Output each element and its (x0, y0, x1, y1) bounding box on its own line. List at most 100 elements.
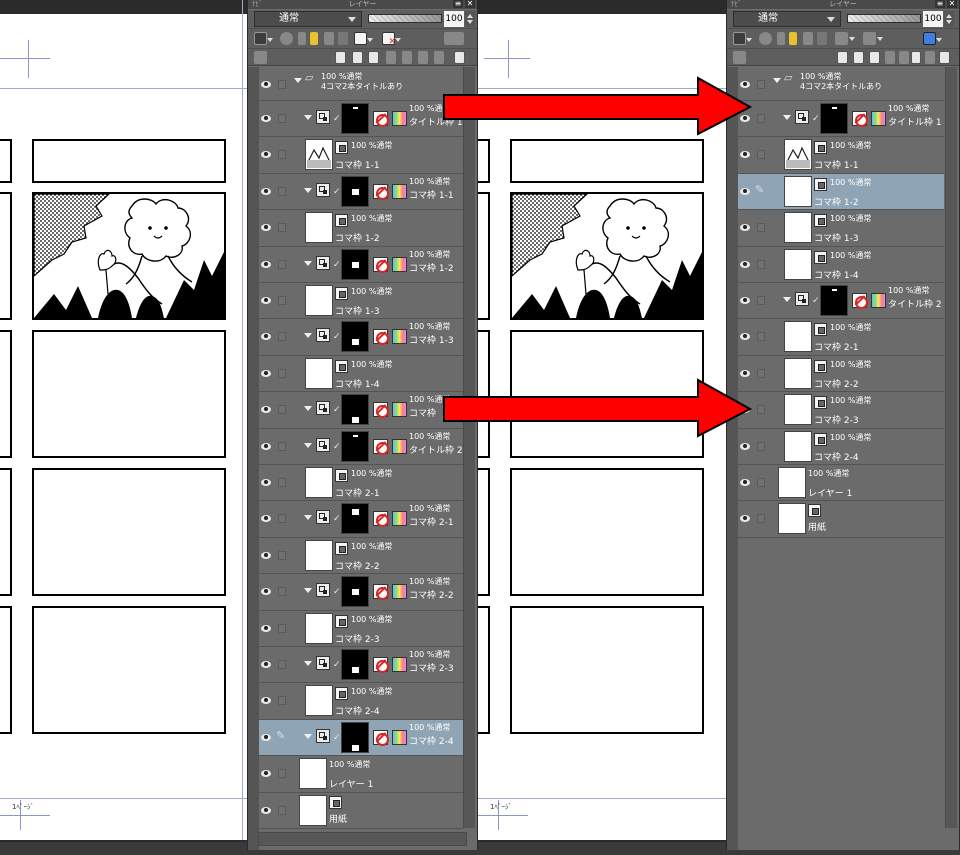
lock-checkbox[interactable] (278, 514, 286, 524)
layer-color-icon[interactable] (254, 32, 273, 45)
eye-icon[interactable] (261, 115, 271, 122)
layer-row[interactable]: 100 %通常 コマ枠 2-2 (738, 355, 944, 393)
lock-checkbox[interactable] (757, 80, 765, 89)
eye-icon[interactable] (261, 624, 271, 632)
layer-panel-titlebar[interactable]: ﾅﾋﾞ レイヤー ≡ ✕ (727, 0, 959, 9)
layer-row[interactable]: 100 %通常 コマ枠 1-3 (259, 283, 463, 320)
eye-icon[interactable] (740, 369, 750, 377)
trash-icon[interactable] (939, 51, 950, 64)
lock-checkbox[interactable] (757, 332, 765, 342)
eye-icon[interactable] (740, 479, 750, 486)
lock-checkbox[interactable] (757, 478, 765, 487)
eye-icon[interactable] (261, 224, 271, 232)
opacity-stepper[interactable] (465, 11, 475, 27)
lock-checkbox[interactable] (278, 587, 286, 597)
eye-icon[interactable] (261, 697, 271, 705)
opacity-value[interactable]: 100 (444, 11, 464, 27)
lock-checkbox[interactable] (278, 441, 286, 451)
menu-icon[interactable]: ≡ (453, 0, 463, 8)
lock-checkbox[interactable] (278, 478, 286, 487)
eye-icon[interactable] (740, 515, 750, 523)
eye-icon[interactable] (261, 333, 271, 341)
transfer-down-icon[interactable] (885, 51, 895, 64)
lock-checkbox[interactable] (278, 405, 286, 415)
eye-icon[interactable] (261, 515, 271, 523)
chevron-down-icon[interactable] (304, 515, 312, 521)
eye-icon[interactable] (261, 187, 271, 195)
layer-row[interactable]: ✓ 100 %通常 タイトル枠 2 (738, 283, 944, 320)
layer-row[interactable]: ✓ 100 %通常 コマ枠 2-1 (259, 501, 463, 538)
blend-mode-select[interactable]: 通常 (254, 11, 362, 27)
lock-checkbox[interactable] (757, 114, 765, 123)
new-folder-icon[interactable] (869, 51, 880, 64)
opacity-stepper[interactable] (944, 11, 954, 27)
vertical-scrollbar[interactable] (945, 67, 957, 828)
layer-row[interactable]: ✓ 100 %通常 タイトル枠 2 (259, 428, 463, 465)
ruler-display-icon[interactable] (863, 32, 883, 45)
horizontal-scrollbar[interactable] (258, 832, 467, 846)
eye-icon[interactable] (261, 733, 271, 741)
lock-checkbox[interactable] (278, 259, 286, 269)
close-icon[interactable]: ✕ (947, 0, 957, 8)
new-raster-layer-icon[interactable] (335, 51, 346, 64)
lock-alpha-icon[interactable] (817, 32, 827, 45)
lock-checkbox[interactable] (278, 223, 286, 233)
layer-panel-after[interactable]: ﾅﾋﾞ レイヤー ≡ ✕ 通常 100 ▱ 100 %通常 4コマ2本タイトルあ… (726, 0, 960, 850)
ruler-icon[interactable] (434, 51, 444, 64)
layer-row[interactable]: 100 %通常 コマ枠 2-4 (738, 428, 944, 465)
lock-checkbox[interactable] (757, 223, 765, 233)
layer-row[interactable]: ✓ 100 %通常 タイトル枠 1 (259, 101, 463, 138)
layer-panel-titlebar[interactable]: ﾅﾋﾞ レイヤー ≡ ✕ (248, 0, 477, 9)
chevron-down-icon[interactable] (304, 260, 312, 266)
layer-row[interactable]: ✓ 100 %通常 コマ枠 1-2 (259, 246, 463, 283)
eye-icon[interactable] (261, 770, 271, 778)
layer-row[interactable]: ✓ 100 %通常 タイトル枠 1 (738, 101, 944, 138)
eye-icon[interactable] (740, 260, 750, 268)
layer-row[interactable]: ✓ 100 %通常 コマ枠 1-1 (259, 173, 463, 211)
lock-checkbox[interactable] (278, 660, 286, 669)
eye-icon[interactable] (261, 260, 271, 268)
trash-icon[interactable] (454, 51, 465, 64)
lock-checkbox[interactable] (278, 769, 286, 779)
eye-icon[interactable] (261, 369, 271, 377)
new-folder-icon[interactable] (368, 51, 379, 64)
chevron-down-icon[interactable] (304, 661, 312, 666)
clip-icon[interactable] (759, 32, 772, 45)
layer-row[interactable]: ✎ 100 %通常 コマ枠 1-2 (738, 173, 944, 211)
panel-options-icon[interactable] (733, 51, 746, 64)
eye-icon[interactable] (261, 479, 271, 486)
eye-icon[interactable] (261, 442, 271, 450)
canvas-left[interactable]: 1ﾍﾟｰｼﾞ (0, 0, 247, 842)
eye-icon[interactable] (261, 81, 271, 88)
layer-row[interactable]: ✓ 100 %通常 コマ枠 2-3 (259, 647, 463, 684)
chevron-down-icon[interactable] (304, 333, 312, 339)
layer-row[interactable]: 100 %通常 コマ枠 1-3 (738, 210, 944, 247)
lock-checkbox[interactable] (757, 150, 765, 160)
eye-icon[interactable] (740, 297, 750, 304)
lock-checkbox[interactable] (278, 150, 286, 160)
lock-checkbox[interactable] (757, 405, 765, 415)
mask-enable-icon[interactable] (354, 32, 373, 45)
opacity-value[interactable]: 100 (923, 11, 943, 27)
chevron-down-icon[interactable] (783, 297, 791, 302)
lock-checkbox[interactable] (757, 441, 765, 451)
lock-checkbox[interactable] (278, 114, 286, 123)
layer-row[interactable]: 100 %通常 コマ枠 1-2 (259, 210, 463, 247)
layer-row[interactable]: 100 %通常 コマ枠 2-2 (259, 537, 463, 575)
chevron-down-icon[interactable] (304, 733, 312, 739)
eye-icon[interactable] (740, 187, 750, 195)
ruler-display-icon[interactable] (382, 32, 401, 47)
layer-row[interactable]: 100 %通常 コマ枠 2-3 (738, 392, 944, 429)
opacity-slider[interactable] (847, 14, 921, 23)
layer-color-icon[interactable] (733, 32, 752, 45)
layer-row[interactable]: ▱ 100 %通常 4コマ2本タイトルあり (259, 67, 463, 101)
mask-icon[interactable] (418, 51, 428, 64)
lock-alpha-icon[interactable] (338, 32, 348, 45)
eye-icon[interactable] (740, 333, 750, 341)
layer-row[interactable]: ✓ 100 %通常 コマ枠 1-3 (259, 319, 463, 356)
layer-row[interactable]: 100 %通常 レイヤー 1 (738, 465, 944, 502)
layer-row[interactable]: ✓ 100 %通常 コマ枠 (259, 392, 463, 429)
new-raster-layer-icon[interactable] (837, 51, 848, 64)
merge-down-icon[interactable] (899, 51, 909, 64)
lock-icon[interactable] (324, 32, 334, 45)
